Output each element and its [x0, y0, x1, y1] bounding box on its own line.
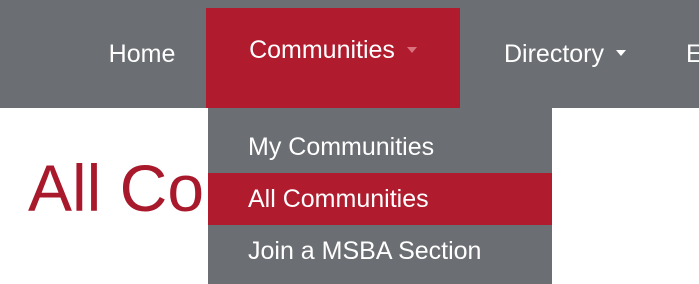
nav-item-partial-label: E	[686, 39, 699, 68]
main-navbar: Home Communities Directory E	[0, 0, 699, 108]
nav-item-home-label: Home	[108, 39, 176, 68]
dropdown-item-label: All Communities	[248, 184, 429, 213]
nav-item-communities[interactable]: Communities	[206, 8, 460, 108]
communities-dropdown-menu: My Communities All Communities Join a MS…	[208, 108, 552, 284]
nav-item-home[interactable]: Home	[78, 0, 206, 108]
chevron-down-icon	[616, 50, 626, 56]
dropdown-item-label: Join a MSBA Section	[248, 236, 482, 265]
nav-item-directory-label: Directory	[503, 39, 604, 68]
nav-item-partial[interactable]: E	[686, 0, 699, 108]
dropdown-item-label: My Communities	[248, 132, 435, 161]
nav-item-communities-label: Communities	[249, 35, 395, 64]
nav-item-directory[interactable]: Directory	[460, 0, 670, 108]
dropdown-item-join-msba-section[interactable]: Join a MSBA Section	[208, 225, 552, 277]
dropdown-item-all-communities[interactable]: All Communities	[208, 173, 552, 225]
dropdown-item-my-communities[interactable]: My Communities	[208, 121, 552, 173]
page-title: All Co	[28, 151, 205, 225]
chevron-down-icon	[406, 46, 417, 53]
nav-item-communities-label-wrap: Communities	[249, 36, 417, 65]
